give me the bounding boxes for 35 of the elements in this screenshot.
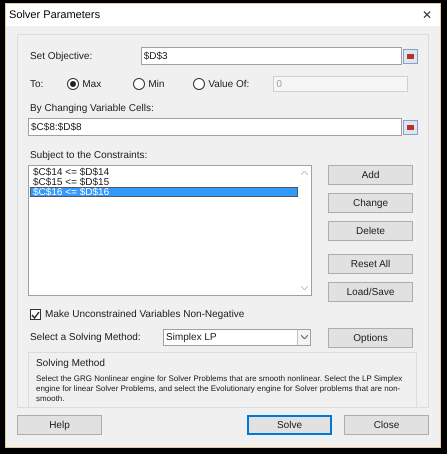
radio-button[interactable]: [67, 78, 80, 90]
to-label: To:: [29, 78, 44, 92]
radio-label: Max: [82, 78, 102, 92]
checkbox-label: Make Unconstrained Variables Non-Negative: [45, 308, 244, 322]
objective-field[interactable]: $D$3: [140, 47, 402, 65]
constraint-button[interactable]: Change: [328, 193, 413, 213]
constraint-button[interactable]: Load/Save: [328, 282, 413, 302]
dialog-button[interactable]: Close: [344, 415, 429, 435]
objective-label: Set Objective:: [29, 50, 94, 64]
constraint-button[interactable]: Reset All: [328, 254, 413, 274]
radio-label: Value Of:: [208, 78, 250, 92]
method-description: Select the GRG Nonlinear engine for Solver Problems that are smooth nonlinear. Select the LP Simplex engine for linear Solver Problems, and select the Evolutionary engine for Solver problems that are non-smooth.: [36, 374, 404, 404]
constraint-button[interactable]: Add: [328, 165, 413, 185]
constraint-item[interactable]: $C$15 <= $D$15: [30, 177, 298, 187]
constraints-label: Subject to the Constraints:: [29, 149, 148, 163]
options-button[interactable]: Options: [328, 328, 413, 348]
constraints-list[interactable]: $C$14 <= $D$14 $C$15 <= $D$15 $C$16 <= $D$16: [28, 165, 312, 296]
range-picker-icon[interactable]: [403, 48, 418, 64]
checkbox[interactable]: [30, 309, 41, 320]
method-dropdown[interactable]: Simplex LP: [163, 328, 311, 346]
window-title: Solver Parameters: [9, 8, 100, 23]
dialog-button[interactable]: Help: [17, 415, 102, 435]
radio-button[interactable]: [193, 78, 206, 90]
method-label: Select a Solving Method:: [29, 330, 142, 344]
panel-title: Solving Method: [36, 357, 106, 371]
variable-cells-label: By Changing Variable Cells:: [29, 102, 155, 116]
constraint-item[interactable]: $C$14 <= $D$14: [30, 167, 298, 177]
dialog-button[interactable]: Solve: [247, 415, 332, 435]
close-button[interactable]: ✕: [422, 9, 432, 21]
radio-button[interactable]: [133, 78, 146, 90]
radio-label: Min: [148, 78, 164, 92]
variable-cells-field[interactable]: $C$8:$D$8: [28, 118, 402, 136]
range-picker-icon[interactable]: [403, 120, 418, 134]
constraint-button[interactable]: Delete: [328, 221, 413, 241]
dropdown-caret-icon[interactable]: [297, 330, 310, 344]
